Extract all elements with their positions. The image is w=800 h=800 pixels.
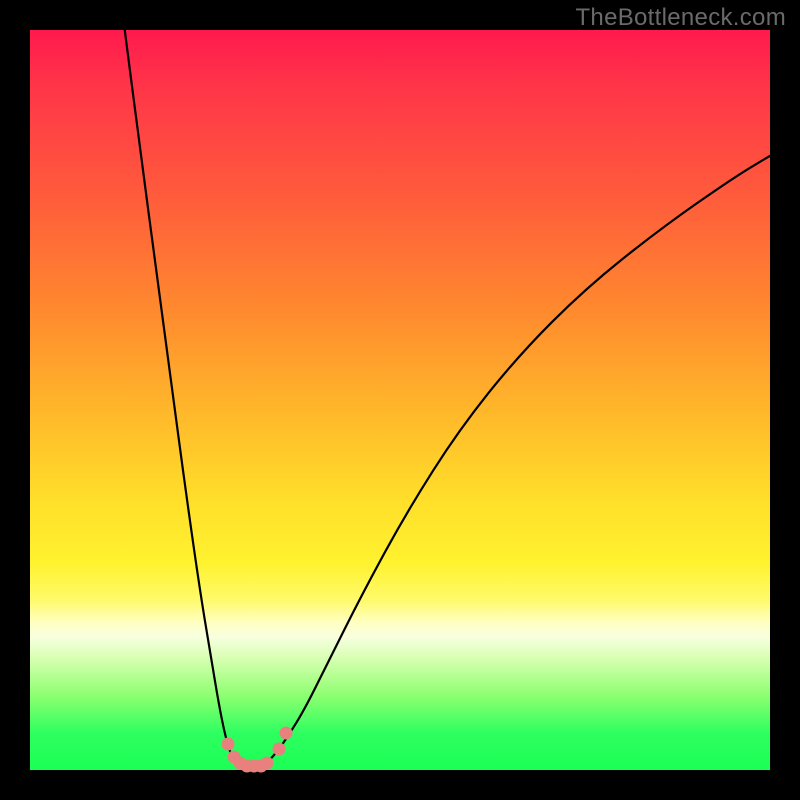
curve-svg bbox=[30, 30, 770, 770]
chart-frame: TheBottleneck.com bbox=[0, 0, 800, 800]
bottleneck-curve bbox=[125, 30, 770, 766]
trough-marker bbox=[280, 727, 293, 740]
trough-marker bbox=[272, 743, 285, 756]
trough-marker bbox=[260, 757, 273, 770]
watermark-text: TheBottleneck.com bbox=[575, 4, 786, 32]
plot-area bbox=[30, 30, 770, 770]
trough-marker bbox=[221, 738, 234, 751]
